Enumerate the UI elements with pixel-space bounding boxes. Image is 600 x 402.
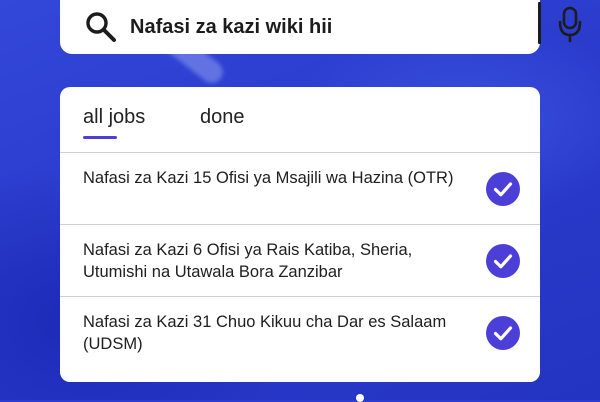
microphone-icon[interactable] xyxy=(557,4,583,44)
tab-done[interactable]: done xyxy=(200,105,245,129)
search-bar[interactable]: Nafasi za kazi wiki hii xyxy=(60,0,582,54)
check-circle-icon[interactable] xyxy=(485,243,521,279)
list-item[interactable]: Nafasi za Kazi 15 Ofisi ya Msajili wa Ha… xyxy=(60,154,540,225)
check-circle-icon[interactable] xyxy=(485,171,521,207)
job-title[interactable]: Nafasi za Kazi 31 Chuo Kikuu cha Dar es … xyxy=(83,311,463,355)
search-divider xyxy=(538,2,541,44)
active-tab-indicator xyxy=(83,136,117,139)
tab-all-jobs[interactable]: all jobs xyxy=(83,105,145,129)
job-title[interactable]: Nafasi za Kazi 15 Ofisi ya Msajili wa Ha… xyxy=(83,167,463,189)
search-input[interactable]: Nafasi za kazi wiki hii xyxy=(130,10,332,44)
list-item[interactable]: Nafasi za Kazi 6 Ofisi ya Rais Katiba, S… xyxy=(60,226,540,297)
jobs-card: all jobs done Nafasi za Kazi 15 Ofisi ya… xyxy=(60,87,540,382)
bottom-glyph xyxy=(356,394,364,402)
check-circle-icon[interactable] xyxy=(485,315,521,351)
tab-bar: all jobs done xyxy=(60,87,540,153)
list-item[interactable]: Nafasi za Kazi 31 Chuo Kikuu cha Dar es … xyxy=(60,298,540,369)
job-title[interactable]: Nafasi za Kazi 6 Ofisi ya Rais Katiba, S… xyxy=(83,239,463,283)
search-icon[interactable] xyxy=(84,10,118,44)
